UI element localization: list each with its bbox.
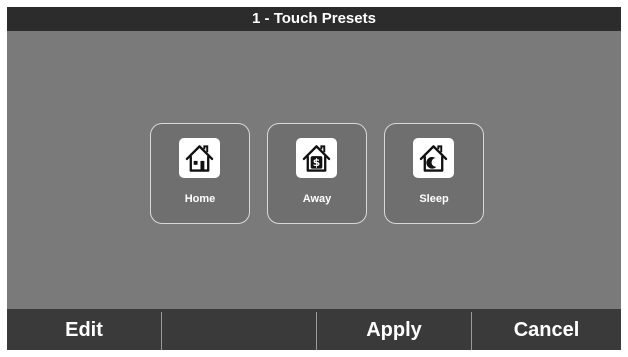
- preset-away-button[interactable]: $ Away: [267, 123, 367, 224]
- bottom-action-bar: Edit Apply Cancel: [7, 309, 621, 350]
- blank-button[interactable]: [162, 309, 316, 350]
- preset-away-label: Away: [302, 193, 332, 205]
- preset-home-button[interactable]: Home: [150, 123, 250, 224]
- preset-icon-tile: $: [296, 138, 337, 178]
- cancel-button[interactable]: Cancel: [472, 309, 621, 350]
- house-sleep-moon-icon: [419, 145, 448, 172]
- house-away-dollar-icon: $: [302, 145, 331, 172]
- edit-button[interactable]: Edit: [7, 309, 161, 350]
- preset-icon-tile: [413, 138, 454, 178]
- preset-home-label: Home: [184, 193, 216, 205]
- house-home-icon: [185, 145, 214, 172]
- preset-icon-tile: [179, 138, 220, 178]
- svg-text:$: $: [313, 156, 320, 169]
- preset-sleep-label: Sleep: [419, 193, 449, 205]
- apply-button[interactable]: Apply: [317, 309, 471, 350]
- page-title: 1 - Touch Presets: [7, 7, 621, 31]
- preset-sleep-button[interactable]: Sleep: [384, 123, 484, 224]
- thermostat-screen: 1 - Touch Presets Home $ Away Sleep Edit…: [7, 7, 621, 350]
